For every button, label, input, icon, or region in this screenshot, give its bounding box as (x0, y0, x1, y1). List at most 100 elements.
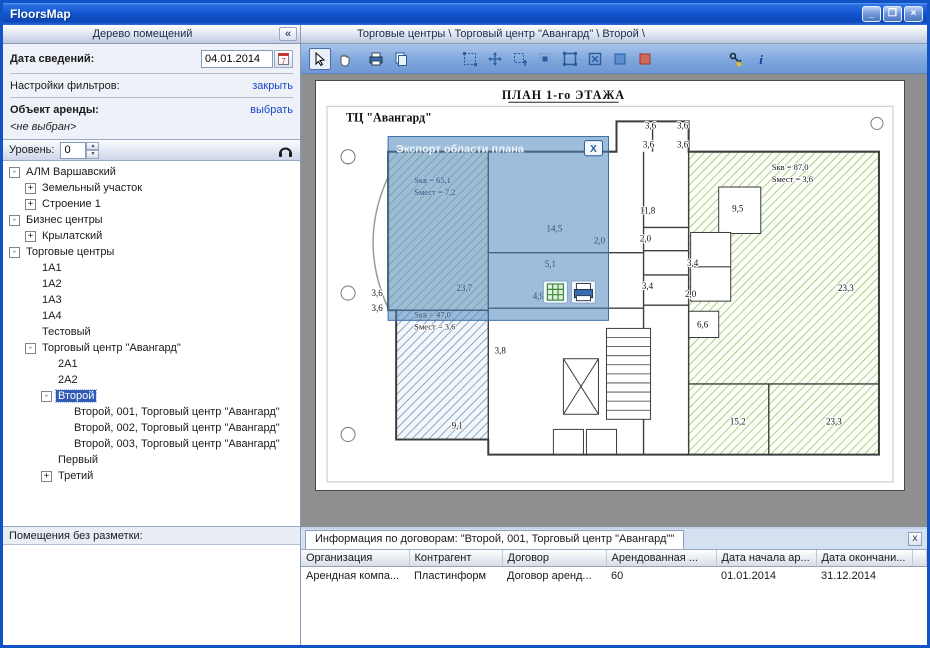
collapse-panel-button[interactable]: « (279, 27, 297, 41)
tree-item-label[interactable]: Третий (56, 470, 95, 482)
export-excel-button[interactable] (543, 281, 567, 303)
level-down-button[interactable]: ▼ (86, 150, 99, 159)
tree-item-label[interactable]: Второй, 001, Торговый центр "Авангард" (72, 406, 282, 418)
restore-button[interactable]: ❐ (883, 6, 902, 22)
tree-item[interactable]: Второй, 002, Торговый центр "Авангард" (5, 420, 300, 436)
contracts-tab[interactable]: Информация по договорам: "Второй, 001, Т… (305, 530, 684, 549)
column-header[interactable]: Арендованная ... (606, 550, 716, 567)
tree-item-label[interactable]: 1А1 (40, 262, 64, 274)
delete-region-button[interactable] (634, 48, 656, 70)
expand-toggle-icon[interactable]: + (25, 231, 36, 242)
plan-label: 23,3 (838, 283, 854, 293)
column-header[interactable]: Договор (502, 550, 606, 567)
tree-item[interactable]: -Второй (5, 388, 300, 404)
close-button[interactable]: × (904, 6, 923, 22)
tree-item[interactable]: -Бизнес центры (5, 212, 300, 228)
print-plan-button[interactable] (365, 48, 387, 70)
tree-panel-title: Дерево помещений (6, 28, 279, 40)
insert-node-button[interactable] (534, 48, 556, 70)
plan-label: 9,5 (732, 203, 744, 213)
fill-region-button[interactable] (609, 48, 631, 70)
tree-item-label[interactable]: 2А2 (56, 374, 80, 386)
tree-item[interactable]: -Торговый центр "Авангард" (5, 340, 300, 356)
rent-select-link[interactable]: выбрать (250, 104, 293, 116)
move-region-button[interactable] (484, 48, 506, 70)
collapse-toggle-icon[interactable]: - (9, 215, 20, 226)
tree-item[interactable]: 1А3 (5, 292, 300, 308)
tree-item-label[interactable]: Торговые центры (24, 246, 116, 258)
tree-item-label[interactable]: 2А1 (56, 358, 80, 370)
column-header[interactable]: Дата начала ар... (716, 550, 816, 567)
tree-item[interactable]: + Строение 1 (5, 196, 300, 212)
column-header[interactable]: Дата окончани... (816, 550, 912, 567)
tree-item[interactable]: + Третий (5, 468, 300, 484)
tree-item[interactable]: 1А2 (5, 276, 300, 292)
tree-item[interactable]: Тестовый (5, 324, 300, 340)
edit-region-button[interactable] (559, 48, 581, 70)
tree-item-label[interactable]: 1А3 (40, 294, 64, 306)
headphones-icon[interactable] (277, 142, 294, 158)
tree-item[interactable]: 1А1 (5, 260, 300, 276)
export-print-button[interactable] (571, 281, 595, 303)
tree-item-label[interactable]: Тестовый (40, 326, 93, 338)
tree-item[interactable]: 1А4 (5, 308, 300, 324)
info-button[interactable]: i (750, 48, 772, 70)
table-row[interactable]: Арендная компа...ПластинформДоговор арен… (301, 567, 927, 586)
cursor-tool-button[interactable] (309, 48, 331, 70)
tree-item-label[interactable]: Торговый центр "Авангард" (40, 342, 183, 354)
tree-item-label[interactable]: Земельный участок (40, 182, 144, 194)
expand-toggle-icon[interactable]: + (25, 183, 36, 194)
settings-button[interactable] (725, 48, 747, 70)
collapse-toggle-icon[interactable]: - (25, 343, 36, 354)
level-input[interactable] (60, 142, 86, 159)
tree-item-label[interactable]: АЛМ Варшавский (24, 166, 118, 178)
collapse-toggle-icon[interactable]: - (41, 391, 52, 402)
tree-item[interactable]: Первый (5, 452, 300, 468)
tree-item[interactable]: 2А1 (5, 356, 300, 372)
add-region-button[interactable] (509, 48, 531, 70)
tree-item[interactable]: + Крылатский (5, 228, 300, 244)
tree-item[interactable]: 2А2 (5, 372, 300, 388)
level-up-button[interactable]: ▲ (86, 142, 99, 151)
tree-item-label[interactable]: Второй (56, 390, 96, 402)
tree-item-label[interactable]: Крылатский (40, 230, 104, 242)
expand-toggle-icon[interactable]: + (41, 471, 52, 482)
contracts-tabstrip: Информация по договорам: "Второй, 001, Т… (301, 529, 927, 550)
tree-item[interactable]: + Земельный участок (5, 180, 300, 196)
tree-item[interactable]: Второй, 001, Торговый центр "Авангард" (5, 404, 300, 420)
tree-item-label[interactable]: Бизнес центры (24, 214, 105, 226)
clear-region-button[interactable] (584, 48, 606, 70)
expand-toggle-icon[interactable]: + (25, 199, 36, 210)
minimize-button[interactable]: _ (862, 6, 881, 22)
tree-item[interactable]: -Торговые центры (5, 244, 300, 260)
report-button[interactable] (390, 48, 412, 70)
tree-item-label[interactable]: Второй, 003, Торговый центр "Авангард" (72, 438, 282, 450)
collapse-toggle-icon[interactable]: - (9, 247, 20, 258)
plan-canvas[interactable]: ПЛАН 1-го ЭТАЖА ТЦ "Авангард" (316, 81, 904, 490)
unmarked-rooms-header: Помещения без разметки: (3, 527, 300, 545)
tree-item-label[interactable]: Строение 1 (40, 198, 103, 210)
tree-item-label[interactable]: 1А4 (40, 310, 64, 322)
room-tree[interactable]: -АЛМ Варшавский+Земельный участок+Строен… (3, 161, 300, 527)
tree-item-label[interactable]: Второй, 002, Торговый центр "Авангард" (72, 422, 282, 434)
plan-sheet: ПЛАН 1-го ЭТАЖА ТЦ "Авангард" (315, 80, 905, 491)
tree-panel-header: Дерево помещений « (3, 25, 300, 44)
column-header[interactable]: Организация (301, 550, 409, 567)
tree-item[interactable]: Второй, 003, Торговый центр "Авангард" (5, 436, 300, 452)
title-bar[interactable]: FloorsMap _ ❐ × (3, 3, 927, 25)
export-overlay-close-button[interactable]: X (584, 141, 602, 156)
tree-item[interactable]: -АЛМ Варшавский (5, 164, 300, 180)
pan-tool-button[interactable] (334, 48, 356, 70)
unmarked-rooms-list[interactable] (3, 545, 300, 645)
plan-label: 2,0 (640, 234, 652, 244)
room-green-right[interactable] (689, 152, 879, 455)
date-input[interactable] (201, 50, 273, 68)
filters-close-link[interactable]: закрыть (252, 80, 293, 92)
tree-item-label[interactable]: 1А2 (40, 278, 64, 290)
column-header[interactable]: Контрагент (409, 550, 502, 567)
contracts-close-button[interactable]: x (908, 532, 922, 546)
tree-item-label[interactable]: Первый (56, 454, 100, 466)
select-region-button[interactable] (459, 48, 481, 70)
calendar-button[interactable]: 7 (274, 50, 293, 68)
collapse-toggle-icon[interactable]: - (9, 167, 20, 178)
